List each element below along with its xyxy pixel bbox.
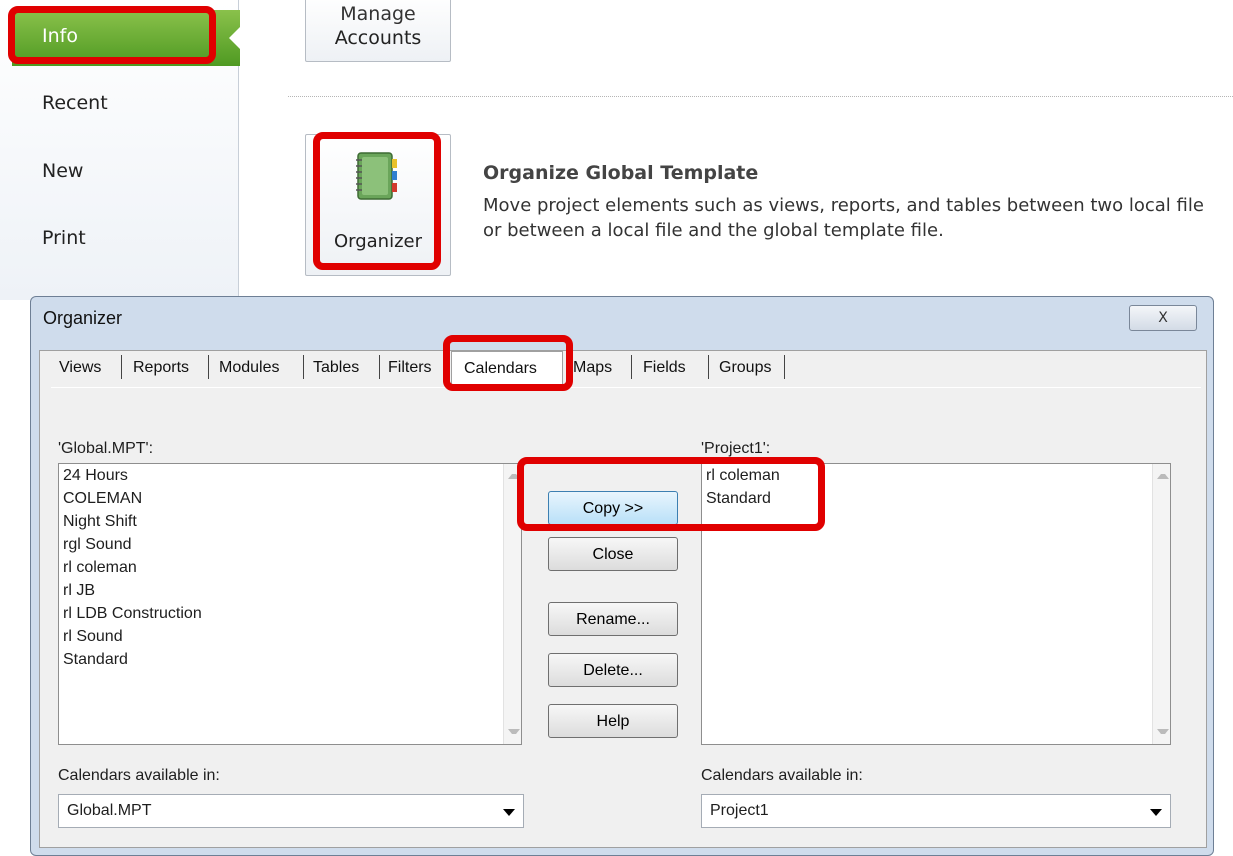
list-scrollbar[interactable]	[503, 464, 521, 744]
organize-description-line2: or between a local file and the global t…	[483, 220, 944, 241]
scroll-up-icon[interactable]	[1157, 474, 1169, 479]
list-item[interactable]: Standard	[59, 648, 521, 671]
dialog-title: Organizer	[43, 308, 123, 328]
close-button[interactable]: Close	[548, 537, 678, 571]
organize-title: Organize Global Template	[483, 162, 759, 184]
list-item[interactable]: rl LDB Construction	[59, 602, 521, 625]
tab-calendars-label: Calendars	[464, 360, 537, 377]
close-icon: X	[1158, 310, 1168, 326]
tab-modules[interactable]: Modules	[219, 359, 279, 377]
list-item[interactable]: COLEMAN	[59, 487, 521, 510]
delete-button[interactable]: Delete...	[548, 653, 678, 687]
tab-separator	[379, 355, 380, 379]
left-available-label: Calendars available in:	[58, 767, 220, 784]
tab-reports[interactable]: Reports	[133, 359, 189, 377]
list-item[interactable]: rl JB	[59, 579, 521, 602]
organizer-dialog: Organizer X Views Reports Modules Tables…	[30, 296, 1214, 856]
tab-fields[interactable]: Fields	[643, 359, 686, 377]
global-list-label: 'Global.MPT':	[58, 440, 154, 457]
tab-separator	[208, 355, 209, 379]
scroll-up-icon[interactable]	[508, 474, 520, 479]
list-item[interactable]: Standard	[702, 487, 1170, 510]
tab-separator	[121, 355, 122, 379]
left-available-select[interactable]: Global.MPT	[58, 794, 524, 828]
chevron-down-icon	[503, 809, 515, 816]
chevron-down-icon	[1150, 809, 1162, 816]
organize-description-line1: Move project elements such as views, rep…	[483, 195, 1204, 216]
left-available-value: Global.MPT	[67, 802, 152, 819]
tab-filters[interactable]: Filters	[388, 359, 432, 377]
list-item[interactable]: rgl Sound	[59, 533, 521, 556]
copy-button[interactable]: Copy >>	[548, 491, 678, 525]
scroll-down-icon[interactable]	[508, 729, 520, 734]
right-available-label: Calendars available in:	[701, 767, 863, 784]
manage-accounts-line2: Accounts	[334, 27, 422, 49]
list-item[interactable]: Night Shift	[59, 510, 521, 533]
list-item[interactable]: 24 Hours	[59, 464, 521, 487]
help-button[interactable]: Help	[548, 704, 678, 738]
right-available-value: Project1	[710, 802, 769, 819]
tab-separator	[303, 355, 304, 379]
dialog-close-button[interactable]: X	[1129, 305, 1197, 331]
tab-groups[interactable]: Groups	[719, 359, 771, 377]
list-scrollbar[interactable]	[1152, 464, 1170, 744]
tab-calendars[interactable]: Calendars	[451, 351, 563, 390]
section-divider	[288, 96, 1233, 97]
organizer-button-label: Organizer	[333, 231, 423, 252]
list-item[interactable]: rl coleman	[59, 556, 521, 579]
right-available-select[interactable]: Project1	[701, 794, 1171, 828]
tab-bar: Views Reports Modules Tables Filters Cal…	[51, 351, 821, 390]
project-calendar-list[interactable]: rl coleman Standard	[701, 463, 1171, 745]
sidebar-item-info[interactable]: Info	[12, 10, 241, 66]
tab-maps[interactable]: Maps	[573, 359, 612, 377]
sidebar-item-label: Info	[42, 25, 78, 47]
tab-separator	[784, 355, 785, 379]
list-item[interactable]: rl coleman	[702, 464, 1170, 487]
tab-separator	[708, 355, 709, 379]
rename-button[interactable]: Rename...	[548, 602, 678, 636]
tab-panel-top	[51, 387, 1201, 388]
organizer-book-icon	[356, 152, 397, 200]
sidebar-item-new[interactable]: New	[42, 160, 83, 182]
manage-accounts-button[interactable]: Manage Accounts	[305, 0, 451, 62]
selection-notch	[229, 26, 241, 50]
manage-accounts-line1: Manage	[340, 3, 416, 25]
tab-tables[interactable]: Tables	[313, 359, 359, 377]
scroll-down-icon[interactable]	[1157, 729, 1169, 734]
organizer-button[interactable]: Organizer	[305, 134, 451, 276]
sidebar-item-recent[interactable]: Recent	[42, 92, 108, 114]
global-calendar-list[interactable]: 24 Hours COLEMAN Night Shift rgl Sound r…	[58, 463, 522, 745]
tab-views[interactable]: Views	[59, 359, 101, 377]
list-item[interactable]: rl Sound	[59, 625, 521, 648]
sidebar-item-print[interactable]: Print	[42, 227, 86, 249]
project-list-label: 'Project1':	[701, 440, 771, 457]
tab-separator	[631, 355, 632, 379]
